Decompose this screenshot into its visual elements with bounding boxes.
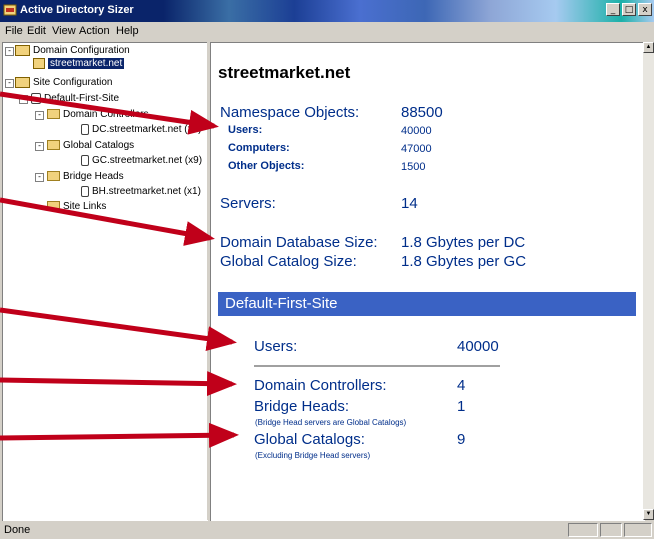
site-bh-note: (Bridge Head servers are Global Catalogs… bbox=[255, 418, 407, 427]
app-window: Active Directory Sizer _ □ x File Edit V… bbox=[0, 0, 654, 539]
status-pane bbox=[568, 523, 598, 537]
app-icon bbox=[3, 4, 17, 16]
maximize-button[interactable]: □ bbox=[622, 3, 636, 16]
menu-help[interactable]: Help bbox=[116, 25, 139, 37]
site-banner-title: Default-First-Site bbox=[225, 295, 338, 312]
other-objects-label: Other Objects: bbox=[228, 160, 305, 172]
namespace-value: 88500 bbox=[401, 104, 443, 121]
domain-heading: streetmarket.net bbox=[218, 63, 351, 82]
site-icon bbox=[31, 93, 41, 104]
users-value: 40000 bbox=[401, 125, 432, 137]
computers-label: Computers: bbox=[228, 142, 290, 154]
menu-view[interactable]: View bbox=[52, 25, 76, 37]
site-banner: Default-First-Site bbox=[218, 292, 636, 316]
tree-item-bridge-heads[interactable]: Bridge Heads bbox=[47, 171, 124, 182]
menu-file[interactable]: File bbox=[5, 25, 23, 37]
menu-action[interactable]: Action bbox=[79, 25, 110, 37]
title-bar[interactable]: Active Directory Sizer _ □ x bbox=[0, 0, 654, 22]
database-icon bbox=[81, 186, 89, 197]
site-gc-value: 9 bbox=[457, 431, 466, 448]
site-gc-note: (Excluding Bridge Head servers) bbox=[255, 451, 371, 460]
tree-item-dc-server[interactable]: DC.streetmarket.net (x4) bbox=[81, 124, 201, 135]
site-users-label: Users: bbox=[254, 338, 298, 355]
site-bh-value: 1 bbox=[457, 398, 466, 415]
site-gc-label: Global Catalogs: bbox=[254, 431, 365, 448]
status-text: Done bbox=[4, 524, 31, 536]
folder-icon bbox=[47, 109, 60, 120]
site-dc-label: Domain Controllers: bbox=[254, 377, 387, 394]
scroll-up-icon[interactable]: ▲ bbox=[643, 42, 654, 53]
tree-item-global-catalogs[interactable]: Global Catalogs bbox=[47, 140, 134, 151]
menu-edit[interactable]: Edit bbox=[27, 25, 46, 37]
menu-bar: File Edit View Action Help bbox=[0, 22, 654, 41]
database-icon bbox=[81, 124, 89, 135]
status-pane bbox=[624, 523, 652, 537]
tree-item-gc-server[interactable]: GC.streetmarket.net (x9) bbox=[81, 155, 202, 166]
divider-line bbox=[254, 365, 500, 367]
status-bar: Done bbox=[0, 521, 654, 539]
servers-value: 14 bbox=[401, 195, 418, 212]
other-objects-value: 1500 bbox=[401, 161, 426, 173]
site-users-value: 40000 bbox=[457, 338, 499, 355]
tree-item-site-configuration[interactable]: Site Configuration bbox=[15, 77, 113, 88]
gc-size-label: Global Catalog Size: bbox=[220, 253, 357, 270]
gc-size-value: 1.8 Gbytes per GC bbox=[401, 253, 527, 270]
collapse-icon[interactable]: - bbox=[35, 111, 44, 120]
minimize-button[interactable]: _ bbox=[606, 3, 620, 16]
site-config-icon bbox=[15, 77, 30, 88]
namespace-label: Namespace Objects: bbox=[220, 104, 360, 121]
database-icon bbox=[81, 155, 89, 166]
collapse-icon[interactable]: - bbox=[35, 173, 44, 182]
servers-label: Servers: bbox=[220, 195, 276, 212]
collapse-icon[interactable]: - bbox=[5, 79, 14, 88]
tree-item-domain-controllers[interactable]: Domain Controllers bbox=[47, 109, 149, 120]
scroll-down-icon[interactable]: ▼ bbox=[643, 509, 654, 520]
tree-item-bh-server[interactable]: BH.streetmarket.net (x1) bbox=[81, 186, 201, 197]
close-button[interactable]: x bbox=[638, 3, 652, 16]
status-pane bbox=[600, 523, 622, 537]
tree-item-domain-configuration[interactable]: Domain Configuration bbox=[15, 45, 130, 56]
computers-value: 47000 bbox=[401, 143, 432, 155]
folder-icon bbox=[47, 140, 60, 151]
collapse-icon[interactable]: - bbox=[35, 142, 44, 151]
vertical-scrollbar[interactable]: ▲ ▼ bbox=[643, 42, 654, 520]
collapse-icon[interactable]: - bbox=[5, 47, 14, 56]
db-size-label: Domain Database Size: bbox=[220, 234, 378, 251]
tree-item-domain[interactable]: streetmarket.net bbox=[33, 58, 125, 70]
site-dc-value: 4 bbox=[457, 377, 466, 394]
domain-config-icon bbox=[15, 45, 30, 56]
tree-item-site-links[interactable]: Site Links bbox=[47, 201, 106, 212]
collapse-icon[interactable]: - bbox=[19, 95, 28, 104]
window-title: Active Directory Sizer bbox=[20, 4, 134, 16]
folder-icon bbox=[47, 171, 60, 182]
site-bh-label: Bridge Heads: bbox=[254, 398, 350, 415]
users-label: Users: bbox=[228, 124, 263, 136]
tree-item-site[interactable]: Default-First-Site bbox=[31, 93, 119, 104]
folder-icon bbox=[47, 201, 60, 212]
details-pane: streetmarket.net Namespace Objects: 8850… bbox=[210, 42, 645, 522]
domain-icon bbox=[33, 58, 45, 69]
db-size-value: 1.8 Gbytes per DC bbox=[401, 234, 526, 251]
tree-pane: - Domain Configuration streetmarket.net … bbox=[2, 42, 208, 522]
